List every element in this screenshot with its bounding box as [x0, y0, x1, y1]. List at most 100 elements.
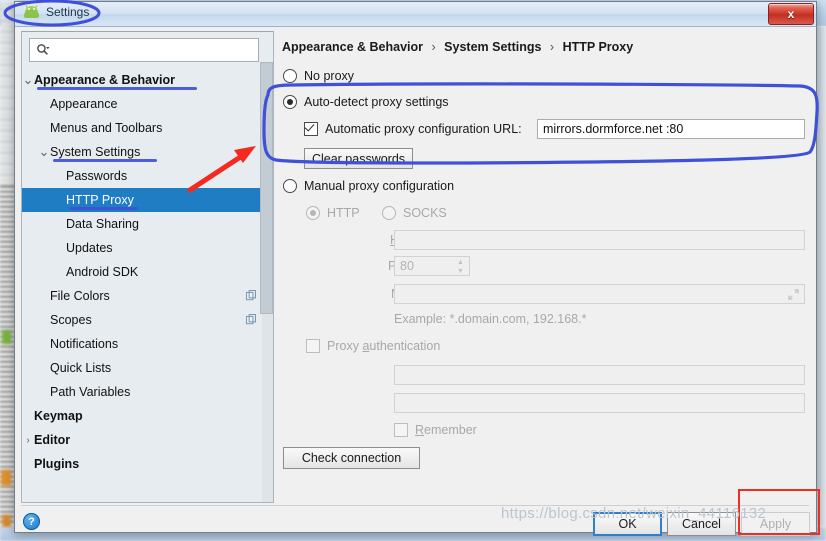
- sidebar-item-label: HTTP Proxy: [66, 193, 134, 207]
- titlebar-left: Settings: [23, 5, 89, 19]
- sidebar-item-quick-lists[interactable]: Quick Lists: [22, 356, 271, 380]
- sidebar-item-label: Notifications: [50, 337, 119, 351]
- close-window-button[interactable]: x: [768, 3, 814, 25]
- auto-detect-option[interactable]: Auto-detect proxy settings: [283, 95, 449, 109]
- login-input[interactable]: [394, 365, 805, 385]
- search-box[interactable]: [29, 38, 259, 62]
- chevron-right-icon[interactable]: ›: [22, 435, 34, 446]
- backdrop-green-marker: [2, 330, 11, 344]
- chevron-down-icon[interactable]: ⌄: [22, 72, 34, 88]
- proxy-authentication-row[interactable]: Proxy authentication: [306, 339, 440, 353]
- annotation-underline: [37, 87, 197, 90]
- auto-detect-radio[interactable]: [283, 95, 297, 109]
- http-protocol-option[interactable]: HTTP: [306, 206, 360, 220]
- copy-icon[interactable]: [246, 314, 257, 325]
- settings-tree: ⌄ Appearance & Behavior Appearance Menus an…: [22, 68, 271, 476]
- remember-label: Remember: [415, 423, 477, 437]
- no-proxy-label: No proxy: [304, 69, 355, 83]
- sidebar-item-label: Path Variables: [50, 385, 131, 399]
- ok-button[interactable]: OK: [593, 512, 662, 536]
- help-button[interactable]: ?: [23, 513, 40, 530]
- port-number-stepper[interactable]: ▲ ▼: [453, 258, 468, 276]
- stepper-down-icon[interactable]: ▼: [453, 267, 468, 276]
- chevron-down-icon[interactable]: ⌄: [38, 144, 50, 160]
- backdrop-orange-marker: [1, 470, 11, 486]
- sidebar-item-file-colors[interactable]: File Colors: [22, 284, 271, 308]
- sidebar-item-http-proxy[interactable]: HTTP Proxy: [22, 188, 271, 212]
- backdrop-right-shade: [816, 26, 826, 526]
- manual-proxy-radio[interactable]: [283, 179, 297, 193]
- auto-url-input[interactable]: mirrors.dormforce.net :80: [537, 119, 805, 139]
- sidebar-item-label: Quick Lists: [50, 361, 112, 375]
- remember-checkbox[interactable]: [394, 423, 408, 437]
- copy-icon[interactable]: [246, 290, 257, 301]
- http-radio[interactable]: [306, 206, 320, 220]
- sidebar-item-label: Menus and Toolbars: [50, 121, 163, 135]
- no-proxy-for-input[interactable]: [394, 284, 805, 304]
- breadcrumb-part-2[interactable]: System Settings: [444, 40, 541, 54]
- breadcrumb: Appearance & Behavior › System Settings …: [282, 40, 633, 54]
- sidebar-item-notifications[interactable]: Notifications: [22, 332, 271, 356]
- auto-url-checkbox[interactable]: [304, 122, 318, 136]
- ok-label: OK: [618, 517, 637, 531]
- sidebar-item-editor[interactable]: › Editor: [22, 428, 271, 452]
- sidebar-item-label: Data Sharing: [66, 217, 139, 231]
- proxy-authentication-label: Proxy authentication: [327, 339, 441, 353]
- cancel-button[interactable]: Cancel: [667, 512, 736, 536]
- settings-dialog: Settings x ⌄ Appearance & Behavior Appeara…: [14, 1, 817, 536]
- port-number-input[interactable]: 80 ▲ ▼: [394, 256, 470, 276]
- socks-protocol-option[interactable]: SOCKS: [382, 206, 447, 220]
- sidebar-item-menus-and-toolbars[interactable]: Menus and Toolbars: [22, 116, 271, 140]
- clear-passwords-label: Clear passwords: [311, 151, 406, 166]
- auto-url-value: mirrors.dormforce.net :80: [543, 122, 684, 136]
- sidebar-item-label: Android SDK: [66, 265, 139, 279]
- sidebar-item-data-sharing[interactable]: Data Sharing: [22, 212, 271, 236]
- sidebar-item-passwords[interactable]: Passwords: [22, 164, 271, 188]
- auto-url-checkbox-row[interactable]: Automatic proxy configuration URL:: [304, 122, 522, 136]
- socks-radio[interactable]: [382, 206, 396, 220]
- auto-detect-label: Auto-detect proxy settings: [304, 95, 449, 109]
- sidebar-item-android-sdk[interactable]: Android SDK: [22, 260, 271, 284]
- annotation-underline: [69, 207, 138, 210]
- manual-proxy-option[interactable]: Manual proxy configuration: [283, 179, 454, 193]
- no-proxy-example-text: Example: *.domain.com, 192.168.*: [394, 312, 587, 326]
- search-input[interactable]: [56, 41, 256, 60]
- sidebar-item-label: Scopes: [50, 313, 92, 327]
- auto-url-label: Automatic proxy configuration URL:: [325, 122, 522, 136]
- password-input[interactable]: [394, 393, 805, 413]
- apply-button[interactable]: Apply: [741, 512, 810, 536]
- sidebar-item-label: Updates: [66, 241, 113, 255]
- tree-scrollbar-thumb[interactable]: [260, 62, 273, 314]
- remember-row[interactable]: Remember: [394, 423, 477, 437]
- settings-tree-pane: ⌄ Appearance & Behavior Appearance Menus an…: [21, 31, 274, 503]
- proxy-auth-label-a: Proxy: [327, 339, 363, 353]
- breadcrumb-part-3: HTTP Proxy: [562, 40, 634, 54]
- sidebar-item-label: System Settings: [50, 145, 141, 159]
- check-connection-button[interactable]: Check connection: [283, 447, 420, 469]
- sidebar-item-path-variables[interactable]: Path Variables: [22, 380, 271, 404]
- clear-passwords-button[interactable]: Clear passwords: [304, 148, 413, 169]
- sidebar-item-updates[interactable]: Updates: [22, 236, 271, 260]
- dialog-titlebar: Settings x: [15, 2, 816, 27]
- proxy-authentication-checkbox[interactable]: [306, 339, 320, 353]
- sidebar-item-label: Passwords: [66, 169, 128, 183]
- stepper-up-icon[interactable]: ▲: [453, 258, 468, 267]
- socks-label: SOCKS: [403, 206, 447, 220]
- http-proxy-settings-pane: Appearance & Behavior › System Settings …: [278, 31, 809, 501]
- dialog-body: ⌄ Appearance & Behavior Appearance Menus an…: [15, 27, 816, 536]
- sidebar-item-scopes[interactable]: Scopes: [22, 308, 271, 332]
- no-proxy-radio[interactable]: [283, 69, 297, 83]
- search-icon: [37, 44, 50, 55]
- no-proxy-option[interactable]: No proxy: [283, 69, 354, 83]
- host-name-input[interactable]: [394, 230, 805, 250]
- help-icon: ?: [28, 515, 35, 528]
- footer-divider: [21, 505, 809, 506]
- android-robot-icon: [23, 5, 40, 19]
- expand-icon[interactable]: [788, 289, 799, 300]
- sidebar-item-keymap[interactable]: Keymap: [22, 404, 271, 428]
- breadcrumb-part-1[interactable]: Appearance & Behavior: [282, 40, 423, 54]
- proxy-auth-label-b: uthentication: [369, 339, 441, 353]
- sidebar-item-appearance[interactable]: Appearance: [22, 92, 271, 116]
- sidebar-item-label: File Colors: [50, 289, 110, 303]
- sidebar-item-plugins[interactable]: Plugins: [22, 452, 271, 476]
